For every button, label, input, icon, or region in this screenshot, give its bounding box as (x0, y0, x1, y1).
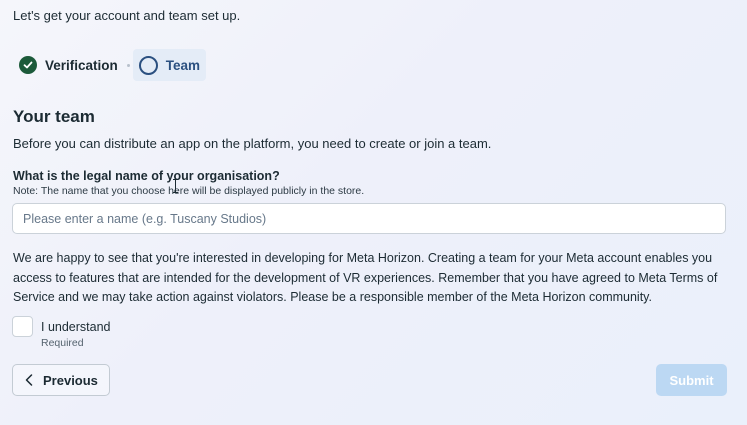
step-verification: Verification (13, 49, 124, 81)
organisation-name-input[interactable] (12, 203, 726, 234)
chevron-left-icon (25, 374, 33, 386)
step-verification-label: Verification (45, 57, 118, 73)
previous-button[interactable]: Previous (12, 364, 110, 396)
step-separator (126, 63, 130, 67)
previous-button-label: Previous (43, 372, 98, 388)
required-hint: Required (41, 337, 84, 349)
step-team: Team (132, 49, 207, 81)
check-circle-icon (19, 56, 37, 74)
understand-label: I understand (41, 320, 111, 334)
understand-checkbox[interactable] (12, 316, 33, 337)
section-subtitle: Before you can distribute an app on the … (13, 136, 492, 151)
section-title: Your team (13, 107, 95, 126)
setup-intro-text: Let's get your account and team set up. (13, 8, 241, 23)
submit-button[interactable]: Submit (656, 364, 727, 396)
terms-paragraph: We are happy to see that you're interest… (13, 251, 718, 304)
setup-stepper: Verification Team (13, 49, 207, 81)
empty-circle-icon (138, 55, 158, 75)
organisation-name-label: What is the legal name of your organisat… (13, 169, 280, 183)
organisation-name-note: Note: The name that you choose here will… (13, 185, 365, 197)
text-cursor-icon (173, 179, 178, 193)
step-team-label: Team (165, 57, 201, 73)
